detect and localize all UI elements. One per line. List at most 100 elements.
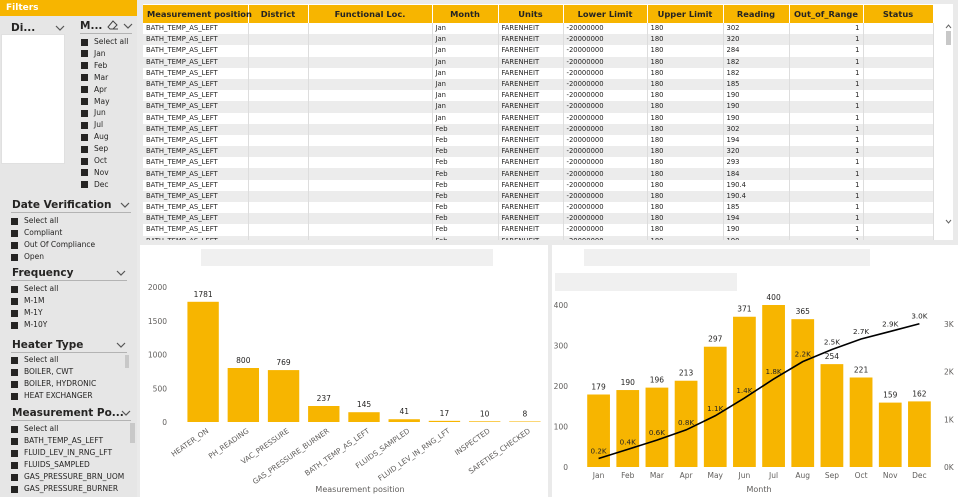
measurement-position-item[interactable]: GAS_PRESSURE_BURNER: [11, 484, 118, 494]
checkbox-icon[interactable]: [11, 449, 18, 457]
checkbox-icon[interactable]: [11, 217, 18, 225]
month-item[interactable]: Jul: [81, 120, 103, 130]
checkbox-icon[interactable]: [11, 321, 18, 329]
date-verification-item[interactable]: Open: [11, 252, 44, 262]
bar[interactable]: [616, 390, 640, 467]
table-row[interactable]: BATH_TEMP_AS_LEFTFebFARENHEIT-2000000018…: [143, 179, 934, 191]
checkbox-icon[interactable]: [81, 62, 88, 70]
frequency-item[interactable]: Select all: [11, 284, 58, 294]
heater-type-item[interactable]: Select all: [11, 355, 58, 365]
table-row[interactable]: BATH_TEMP_AS_LEFTFebFARENHEIT-2000000018…: [143, 190, 934, 202]
column-header[interactable]: Units: [498, 5, 564, 23]
table-row[interactable]: BATH_TEMP_AS_LEFT Jan FARENHEIT -20000000 18…: [143, 67, 934, 79]
bar[interactable]: [308, 406, 340, 422]
month-item[interactable]: Nov: [81, 168, 109, 178]
frequency-item[interactable]: M-1Y: [11, 308, 43, 318]
chevron-down-icon[interactable]: [55, 25, 65, 32]
column-header[interactable]: Out_of_Range: [789, 5, 864, 23]
bar[interactable]: [267, 370, 300, 422]
checkbox-icon[interactable]: [11, 473, 18, 481]
scroll-down-icon[interactable]: [944, 218, 953, 226]
checkbox-icon[interactable]: [81, 86, 88, 94]
column-header[interactable]: Functional Loc.: [308, 5, 433, 23]
checkbox-icon[interactable]: [81, 109, 88, 117]
frequency-item[interactable]: M-10Y: [11, 320, 47, 330]
table-row[interactable]: BATH_TEMP_AS_LEFT Jan FARENHEIT -20000000 18…: [143, 34, 934, 46]
table-row[interactable]: BATH_TEMP_AS_LEFT Jan FARENHEIT -20000000 18…: [143, 112, 934, 124]
heater-type-item[interactable]: HEAT EXCHANGER: [11, 391, 93, 401]
checkbox-icon[interactable]: [11, 485, 18, 493]
table-scrollbar[interactable]: [944, 22, 953, 230]
checkbox-icon[interactable]: [11, 437, 18, 445]
column-header[interactable]: Reading: [723, 5, 790, 23]
checkbox-icon[interactable]: [11, 253, 18, 261]
month-item[interactable]: Select all: [81, 37, 128, 47]
checkbox-icon[interactable]: [11, 425, 18, 433]
checkbox-icon[interactable]: [81, 50, 88, 58]
month-item[interactable]: Aug: [81, 132, 109, 142]
measurement-position-item[interactable]: FLUID_LEV_IN_RNG_LFT: [11, 448, 112, 458]
checkbox-icon[interactable]: [11, 241, 18, 249]
checkbox-icon[interactable]: [11, 461, 18, 469]
column-header[interactable]: Month: [432, 5, 499, 23]
checkbox-icon[interactable]: [81, 133, 88, 141]
measurement-position-item[interactable]: FLUIDS_SAMPLED: [11, 460, 90, 470]
scrollbar-thumb[interactable]: [946, 31, 951, 45]
month-item[interactable]: Jan: [81, 49, 106, 59]
checkbox-icon[interactable]: [81, 157, 88, 165]
date-verification-item[interactable]: Select all: [11, 216, 58, 226]
bar[interactable]: [878, 402, 902, 467]
frequency-item[interactable]: M-1M: [11, 296, 44, 306]
bar[interactable]: [820, 364, 844, 467]
chevron-down-icon[interactable]: [121, 410, 131, 417]
table-row[interactable]: BATH_TEMP_AS_LEFTFebFARENHEIT-2000000018…: [143, 235, 934, 240]
month-item[interactable]: Oct: [81, 156, 107, 166]
heater-type-item[interactable]: BOILER, HYDRONIC: [11, 379, 96, 389]
month-item[interactable]: May: [81, 97, 110, 107]
checkbox-icon[interactable]: [81, 145, 88, 153]
month-item[interactable]: Sep: [81, 144, 108, 154]
checkbox-icon[interactable]: [81, 98, 88, 105]
column-header[interactable]: Status: [863, 5, 934, 23]
heater-type-scrollbar[interactable]: [125, 355, 129, 368]
checkbox-icon[interactable]: [81, 38, 88, 46]
table-row[interactable]: BATH_TEMP_AS_LEFT Jan FARENHEIT -20000000 18…: [143, 78, 934, 91]
table-row[interactable]: BATH_TEMP_AS_LEFT Jan FARENHEIT -20000000 18…: [143, 45, 934, 57]
date-verification-item[interactable]: Out Of Compliance: [11, 240, 95, 250]
chevron-down-icon[interactable]: [123, 23, 133, 30]
checkbox-icon[interactable]: [11, 356, 18, 364]
checkbox-icon[interactable]: [11, 285, 18, 293]
column-header[interactable]: Upper Limit: [647, 5, 724, 23]
scroll-up-icon[interactable]: [944, 22, 953, 30]
table-row[interactable]: BATH_TEMP_AS_LEFTFebFARENHEIT-2000000018…: [143, 134, 934, 147]
checkbox-icon[interactable]: [11, 297, 18, 305]
bar[interactable]: [428, 420, 461, 422]
bar[interactable]: [227, 368, 260, 422]
bar[interactable]: [791, 319, 815, 467]
bar[interactable]: [468, 421, 501, 422]
table-row[interactable]: BATH_TEMP_AS_LEFT Jan FARENHEIT -20000000 18…: [143, 56, 934, 68]
checkbox-icon[interactable]: [81, 121, 88, 129]
column-header[interactable]: Lower Limit: [563, 5, 648, 23]
month-item[interactable]: Dec: [81, 180, 109, 190]
checkbox-icon[interactable]: [11, 380, 18, 388]
table-row[interactable]: BATH_TEMP_AS_LEFTFebFARENHEIT-2000000018…: [143, 202, 934, 214]
month-item[interactable]: Feb: [81, 61, 107, 71]
bar[interactable]: [509, 421, 541, 422]
column-header[interactable]: Measurement position: [143, 5, 252, 23]
eraser-icon[interactable]: [106, 19, 119, 31]
chevron-down-icon[interactable]: [116, 270, 126, 277]
measurement-position-item[interactable]: Select all: [11, 424, 58, 434]
chevron-down-icon[interactable]: [120, 202, 130, 209]
column-header[interactable]: District: [248, 5, 309, 23]
checkbox-icon[interactable]: [81, 74, 88, 82]
bar[interactable]: [849, 377, 873, 467]
bar[interactable]: [908, 401, 931, 467]
table-row[interactable]: BATH_TEMP_AS_LEFTFebFARENHEIT-2000000018…: [143, 123, 934, 135]
table-row[interactable]: BATH_TEMP_AS_LEFT Jan FARENHEIT -20000000 18…: [143, 101, 934, 113]
chevron-down-icon[interactable]: [116, 342, 126, 349]
checkbox-icon[interactable]: [11, 309, 18, 317]
checkbox-icon[interactable]: [11, 392, 18, 400]
month-item[interactable]: Apr: [81, 85, 107, 95]
checkbox-icon[interactable]: [11, 368, 18, 376]
